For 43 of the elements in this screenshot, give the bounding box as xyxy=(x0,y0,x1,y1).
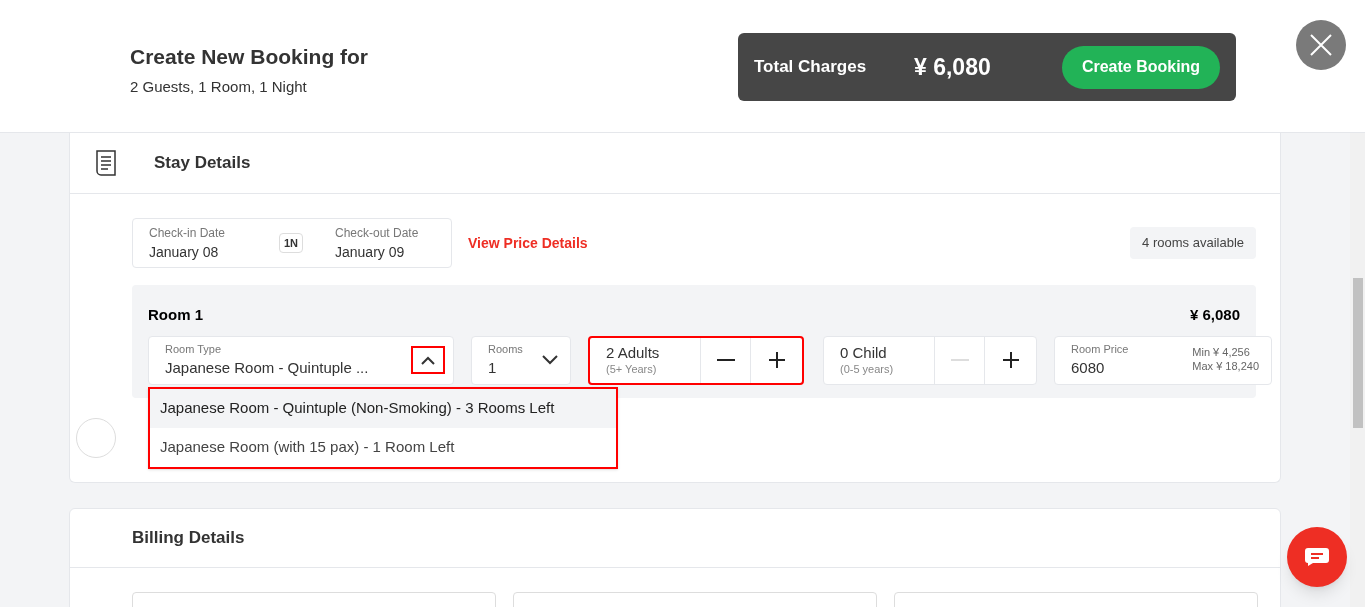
scrollbar-thumb[interactable] xyxy=(1352,278,1363,428)
total-amount: ¥ 6,080 xyxy=(914,52,992,82)
guest-count: 2 Adults xyxy=(606,343,661,363)
chevron-icon[interactable] xyxy=(411,346,445,374)
max-price: Max ¥ 18,240 xyxy=(1192,360,1259,374)
guest-count: 0 Child xyxy=(840,343,888,363)
field-label: Room Type xyxy=(165,341,223,357)
rooms-value: 1 xyxy=(488,358,498,378)
booking-summary: 2 Guests, 1 Room, 1 Night xyxy=(130,77,308,98)
chat-icon xyxy=(1304,547,1330,567)
modal-title: Create New Booking for xyxy=(130,44,369,70)
room-type-value: Japanese Room - Quintuple ... xyxy=(165,358,370,378)
chat-button[interactable] xyxy=(1287,527,1347,587)
room-type-select[interactable]: Room Type Japanese Room - Quintuple ... xyxy=(148,335,454,385)
age-hint: (5+ Years) xyxy=(606,362,658,377)
plus-icon xyxy=(1001,351,1020,369)
rooms-select[interactable]: Rooms 1 xyxy=(471,335,571,385)
checkin-date: January 08 xyxy=(149,242,220,262)
min-price: Min ¥ 4,256 xyxy=(1192,346,1251,360)
close-icon xyxy=(1310,34,1332,56)
room-total: ¥ 6,080 xyxy=(1189,305,1240,325)
minus-icon xyxy=(950,359,969,361)
plus-icon xyxy=(767,351,786,369)
section-title: Billing Details xyxy=(132,527,245,550)
chevron-icon xyxy=(542,355,558,365)
field-label: Check-in Date xyxy=(149,224,227,242)
room-price-value: 6080 xyxy=(1071,358,1106,378)
field-label: Rooms xyxy=(488,341,524,357)
room-price-field[interactable]: Room Price 6080 Min ¥ 4,256 Max ¥ 18,240 xyxy=(1054,335,1272,385)
availability-chip: 4 rooms available xyxy=(1130,227,1256,259)
section-title: Stay Details xyxy=(154,152,251,175)
room-title: Room 1 xyxy=(148,305,203,325)
field-label: Check-out Date xyxy=(335,224,419,242)
field-label: Room Price xyxy=(1071,341,1130,357)
dropdown-option[interactable]: Japanese Room - Quintuple (Non-Smoking) - 3 Rooms Left xyxy=(150,389,616,428)
nights-chip: 1N xyxy=(279,233,303,253)
dropdown-option[interactable]: Japanese Room (with 15 pax) - 1 Room Left xyxy=(150,428,616,467)
minus-icon xyxy=(716,359,735,361)
total-label: Total Charges xyxy=(754,56,868,79)
date-picker[interactable]: Check-in Date January 08 1N Check-out Date January 09 xyxy=(132,218,452,268)
view-price-link[interactable]: View Price Details xyxy=(468,232,588,254)
checkout-date: January 09 xyxy=(335,242,406,262)
age-hint: (0-5 years) xyxy=(840,362,895,377)
